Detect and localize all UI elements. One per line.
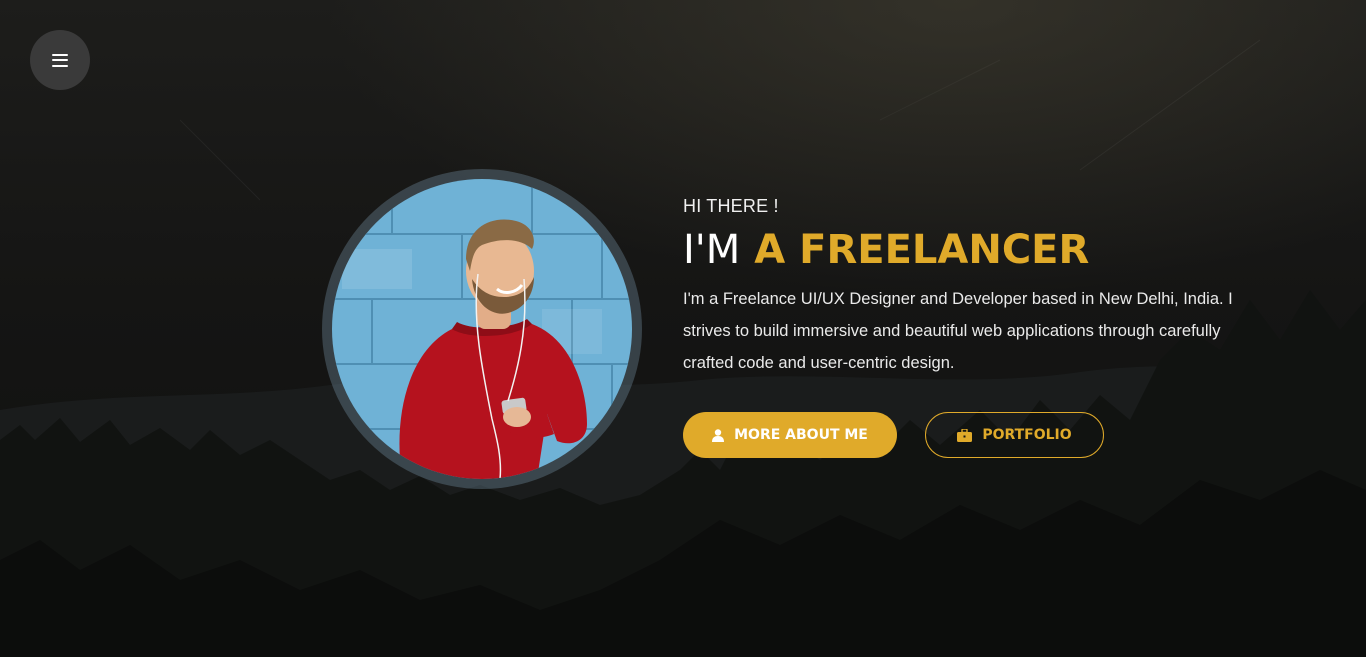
headline-prefix: I'M: [683, 227, 741, 273]
hero-text: HI THERE ! I'M A FREELANCER I'm a Freela…: [683, 196, 1243, 379]
page-title: I'M A FREELANCER: [683, 227, 1243, 273]
briefcase-icon: [957, 428, 973, 442]
portfolio-button[interactable]: PORTFOLIO: [925, 412, 1104, 458]
portfolio-label: PORTFOLIO: [982, 427, 1072, 443]
more-about-me-button[interactable]: MORE ABOUT ME: [683, 412, 897, 458]
more-about-me-label: MORE ABOUT ME: [734, 427, 868, 443]
hero-description: I'm a Freelance UI/UX Designer and Devel…: [683, 290, 1233, 372]
profile-photo-ring: [322, 169, 642, 489]
headline-accent: A FREELANCER: [754, 227, 1090, 273]
hamburger-menu-icon: [52, 53, 68, 67]
profile-photo-illustration: [332, 179, 632, 479]
page: HI THERE ! I'M A FREELANCER I'm a Freela…: [0, 0, 1366, 657]
greeting-text: HI THERE !: [683, 196, 779, 216]
profile-photo: [332, 179, 632, 479]
user-icon: [712, 428, 725, 442]
menu-button[interactable]: [30, 30, 90, 90]
hero-buttons: MORE ABOUT ME PORTFOLIO: [683, 412, 1104, 458]
